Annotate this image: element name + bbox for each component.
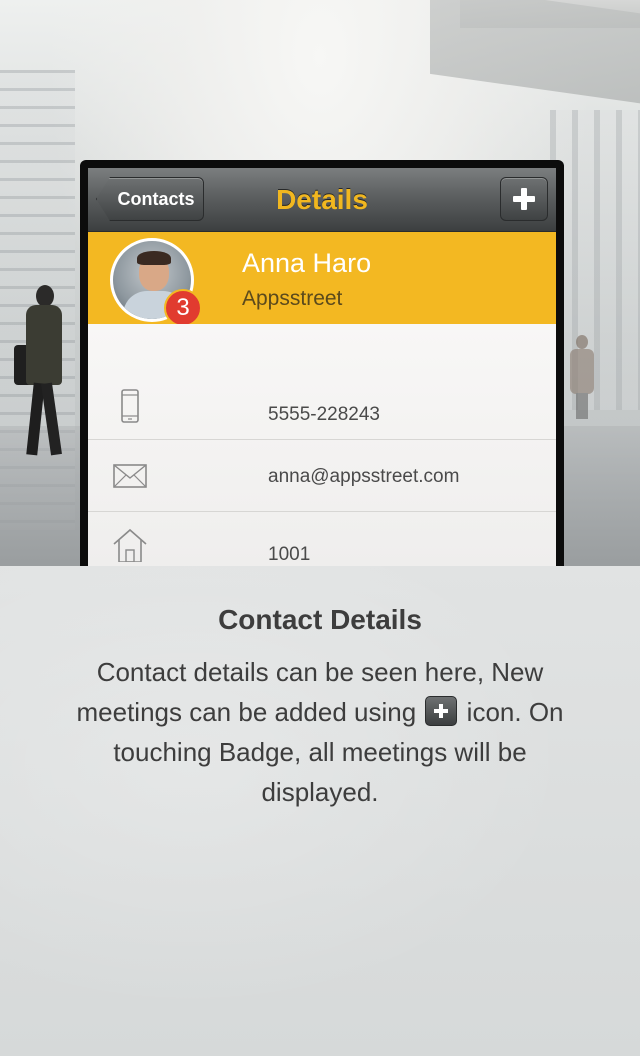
roof-overhang — [430, 0, 640, 107]
contact-name: Anna Haro — [242, 248, 372, 278]
envelope-icon — [113, 464, 147, 488]
caption-title: Contact Details — [218, 604, 422, 635]
plus-icon — [425, 696, 458, 726]
meetings-badge[interactable]: 3 — [164, 289, 202, 327]
email-address: anna@appsstreet.com — [268, 466, 460, 487]
plus-icon — [513, 188, 535, 210]
caption-panel: Contact Details Contact details can be s… — [0, 566, 640, 1056]
detail-row-address[interactable]: 1001 — [88, 512, 556, 566]
walking-person — [14, 285, 74, 460]
navigation-bar: Contacts Details — [88, 168, 556, 232]
phone-screen: Contacts Details 3 Anna Haro Appsstreet — [88, 168, 556, 566]
details-list: 5555-228243 anna@appsstreet.com 1001 — [88, 324, 556, 566]
distant-person — [566, 335, 598, 420]
back-button-label: Contacts — [117, 188, 195, 209]
add-meeting-button[interactable] — [500, 177, 548, 221]
caption-description: Contact details can be seen here, New me… — [60, 652, 580, 812]
contact-header: 3 Anna Haro Appsstreet — [88, 232, 556, 327]
detail-row-email[interactable]: anna@appsstreet.com — [88, 440, 556, 512]
house-icon — [113, 528, 147, 562]
phone-frame: Contacts Details 3 Anna Haro Appsstreet — [80, 160, 564, 566]
contact-company: Appsstreet — [242, 287, 343, 310]
address-text: 1001 — [268, 544, 311, 565]
detail-row-phone[interactable]: 5555-228243 — [88, 370, 556, 440]
mobile-phone-icon — [121, 389, 139, 423]
back-button-contacts[interactable]: Contacts — [96, 177, 204, 221]
phone-number: 5555-228243 — [268, 404, 380, 425]
